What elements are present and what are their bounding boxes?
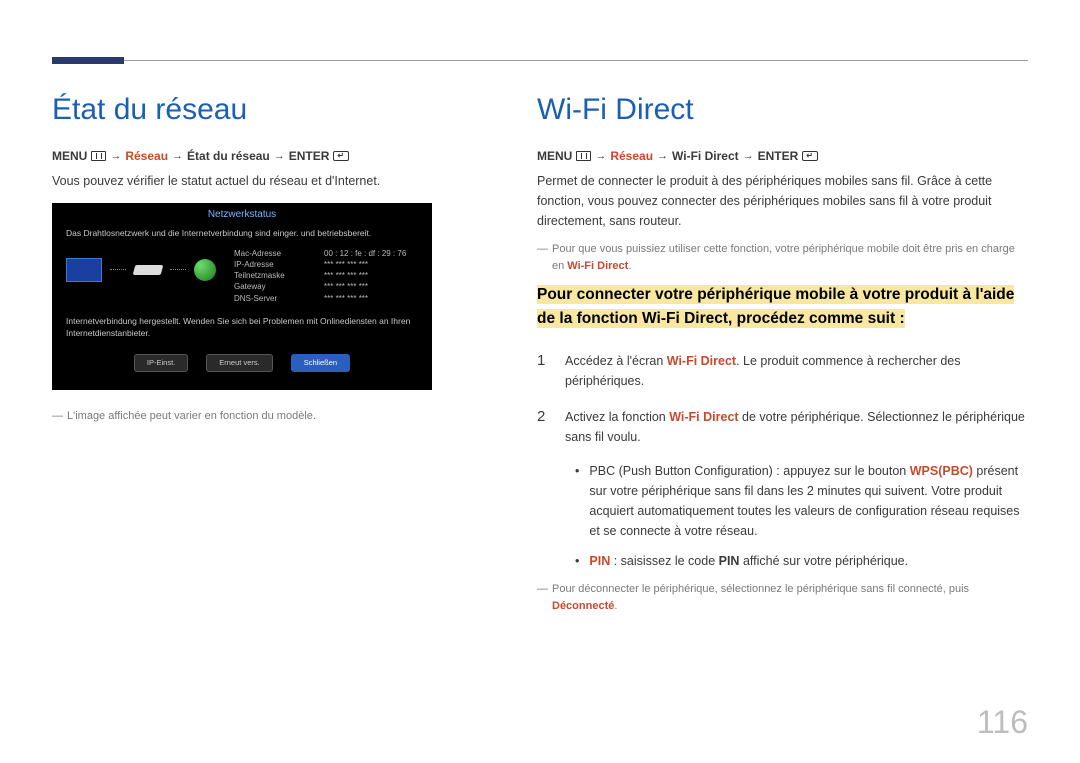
wifi-direct-term: Wi-Fi Direct — [667, 354, 736, 368]
bullet-icon: • — [575, 551, 579, 571]
deconnecte-term: Déconnecté — [552, 600, 614, 612]
right-note1: ― Pour que vous puissiez utiliser cette … — [537, 241, 1028, 275]
t: Accédez à l'écran — [565, 354, 667, 368]
row-value: *** *** *** *** — [324, 259, 368, 270]
arrow-icon: → — [595, 150, 606, 162]
right-description: Permet de connecter le produit à des pér… — [537, 171, 1028, 231]
router-icon — [133, 265, 164, 275]
bullet-text: PBC (Push Button Configuration) : appuye… — [589, 461, 1028, 541]
bullet-pbc: • PBC (Push Button Configuration) : appu… — [575, 461, 1028, 541]
enter-icon — [802, 151, 818, 161]
footnote-text: L'image affichée peut varier en fonction… — [67, 408, 316, 425]
erneut-vers-button: Erneut vers. — [206, 354, 272, 373]
link-icon — [170, 269, 186, 270]
schliessen-button: Schließen — [291, 354, 350, 373]
screenshot-info-line: Internetverbindung hergestellt. Wenden S… — [66, 316, 418, 340]
screenshot-buttons: IP-Einst. Erneut vers. Schließen — [66, 354, 418, 373]
bullet-pin: • PIN : saisissez le code PIN affiché su… — [575, 551, 1028, 571]
right-column: Wi-Fi Direct MENU → Réseau → Wi-Fi Direc… — [537, 93, 1028, 615]
arrow-icon: → — [657, 150, 668, 162]
header-rule — [52, 60, 1028, 61]
network-diagram — [66, 258, 216, 282]
menu-path-left: MENU → Réseau → État du réseau → ENTER — [52, 149, 492, 163]
row-value: *** *** *** *** — [324, 293, 368, 304]
pin-term: PIN — [719, 554, 740, 568]
enter-label: ENTER — [289, 149, 330, 163]
row-label: DNS-Server — [234, 293, 324, 304]
step-number: 2 — [537, 405, 551, 429]
enter-icon — [333, 151, 349, 161]
menu-path-right: MENU → Réseau → Wi-Fi Direct → ENTER — [537, 149, 1028, 163]
t: Activez la fonction — [565, 410, 669, 424]
right-note2: ― Pour déconnecter le périphérique, séle… — [537, 581, 1028, 615]
t: PBC (Push Button Configuration) : appuye… — [589, 464, 909, 478]
dash-icon: ― — [537, 581, 548, 615]
heading-etat-reseau: État du réseau — [52, 93, 492, 127]
bullet-list: • PBC (Push Button Configuration) : appu… — [575, 461, 1028, 571]
note2-text: Pour déconnecter le périphérique, sélect… — [552, 581, 1028, 615]
t: : saisissez le code — [610, 554, 718, 568]
arrow-icon: → — [274, 150, 285, 162]
row-label: Teilnetzmaske — [234, 270, 324, 281]
step-number: 1 — [537, 349, 551, 373]
tv-icon — [66, 258, 102, 282]
steps-list: 1 Accédez à l'écran Wi-Fi Direct. Le pro… — [537, 349, 1028, 447]
row-label: IP-Adresse — [234, 259, 324, 270]
left-description: Vous pouvez vérifier le statut actuel du… — [52, 171, 492, 191]
step-1: 1 Accédez à l'écran Wi-Fi Direct. Le pro… — [537, 349, 1028, 391]
arrow-icon: → — [110, 150, 121, 162]
row-value: *** *** *** *** — [324, 270, 368, 281]
wifi-direct-term: Wi-Fi Direct — [669, 410, 738, 424]
globe-icon — [194, 259, 216, 281]
arrow-icon: → — [172, 150, 183, 162]
path-seg-reseau: Réseau — [125, 149, 168, 163]
link-icon — [110, 269, 126, 270]
arrow-icon: → — [743, 150, 754, 162]
row-label: Mac-Adresse — [234, 248, 324, 259]
dash-icon: ― — [52, 408, 63, 425]
bullet-text: PIN : saisissez le code PIN affiché sur … — [589, 551, 908, 571]
path-seg-reseau: Réseau — [610, 149, 653, 163]
row-label: Gateway — [234, 281, 324, 292]
heading-wifi-direct: Wi-Fi Direct — [537, 93, 1028, 127]
step-2: 2 Activez la fonction Wi-Fi Direct de vo… — [537, 405, 1028, 447]
menu-grid-icon — [91, 151, 106, 161]
highlight-instruction: Pour connecter votre périphérique mobile… — [537, 283, 1028, 331]
ip-einst-button: IP-Einst. — [134, 354, 188, 373]
highlight-text: Pour connecter votre périphérique mobile… — [537, 285, 1014, 328]
menu-label: MENU — [537, 149, 572, 163]
note1-text: Pour que vous puissiez utiliser cette fo… — [552, 241, 1028, 275]
menu-label: MENU — [52, 149, 87, 163]
page-number: 116 — [977, 704, 1028, 741]
path-seg-wifi: Wi-Fi Direct — [672, 149, 739, 163]
left-column: État du réseau MENU → Réseau → État du r… — [52, 93, 492, 615]
screenshot-status-line: Das Drahtlosnetzwerk und die Internetver… — [66, 228, 418, 240]
bullet-icon: • — [575, 461, 579, 541]
wifi-direct-term: Wi-Fi Direct — [567, 260, 628, 272]
left-footnote: ― L'image affichée peut varier en foncti… — [52, 408, 492, 425]
enter-label: ENTER — [758, 149, 799, 163]
path-seg-etat: État du réseau — [187, 149, 270, 163]
screenshot-panel: Netzwerkstatus Das Drahtlosnetzwerk und … — [52, 203, 432, 390]
t: Pour déconnecter le périphérique, sélect… — [552, 583, 969, 595]
screenshot-title: Netzwerkstatus — [52, 203, 432, 224]
wps-term: WPS(PBC) — [910, 464, 973, 478]
step-text: Accédez à l'écran Wi-Fi Direct. Le produ… — [565, 351, 1028, 391]
t: affiché sur votre périphérique. — [739, 554, 908, 568]
dash-icon: ― — [537, 241, 548, 275]
step-text: Activez la fonction Wi-Fi Direct de votr… — [565, 407, 1028, 447]
pin-term: PIN — [589, 554, 610, 568]
menu-grid-icon — [576, 151, 591, 161]
row-value: 00 : 12 : fe : df : 29 : 76 — [324, 248, 406, 259]
row-value: *** *** *** *** — [324, 281, 368, 292]
network-table: Mac-Adresse00 : 12 : fe : df : 29 : 76 I… — [234, 248, 406, 304]
